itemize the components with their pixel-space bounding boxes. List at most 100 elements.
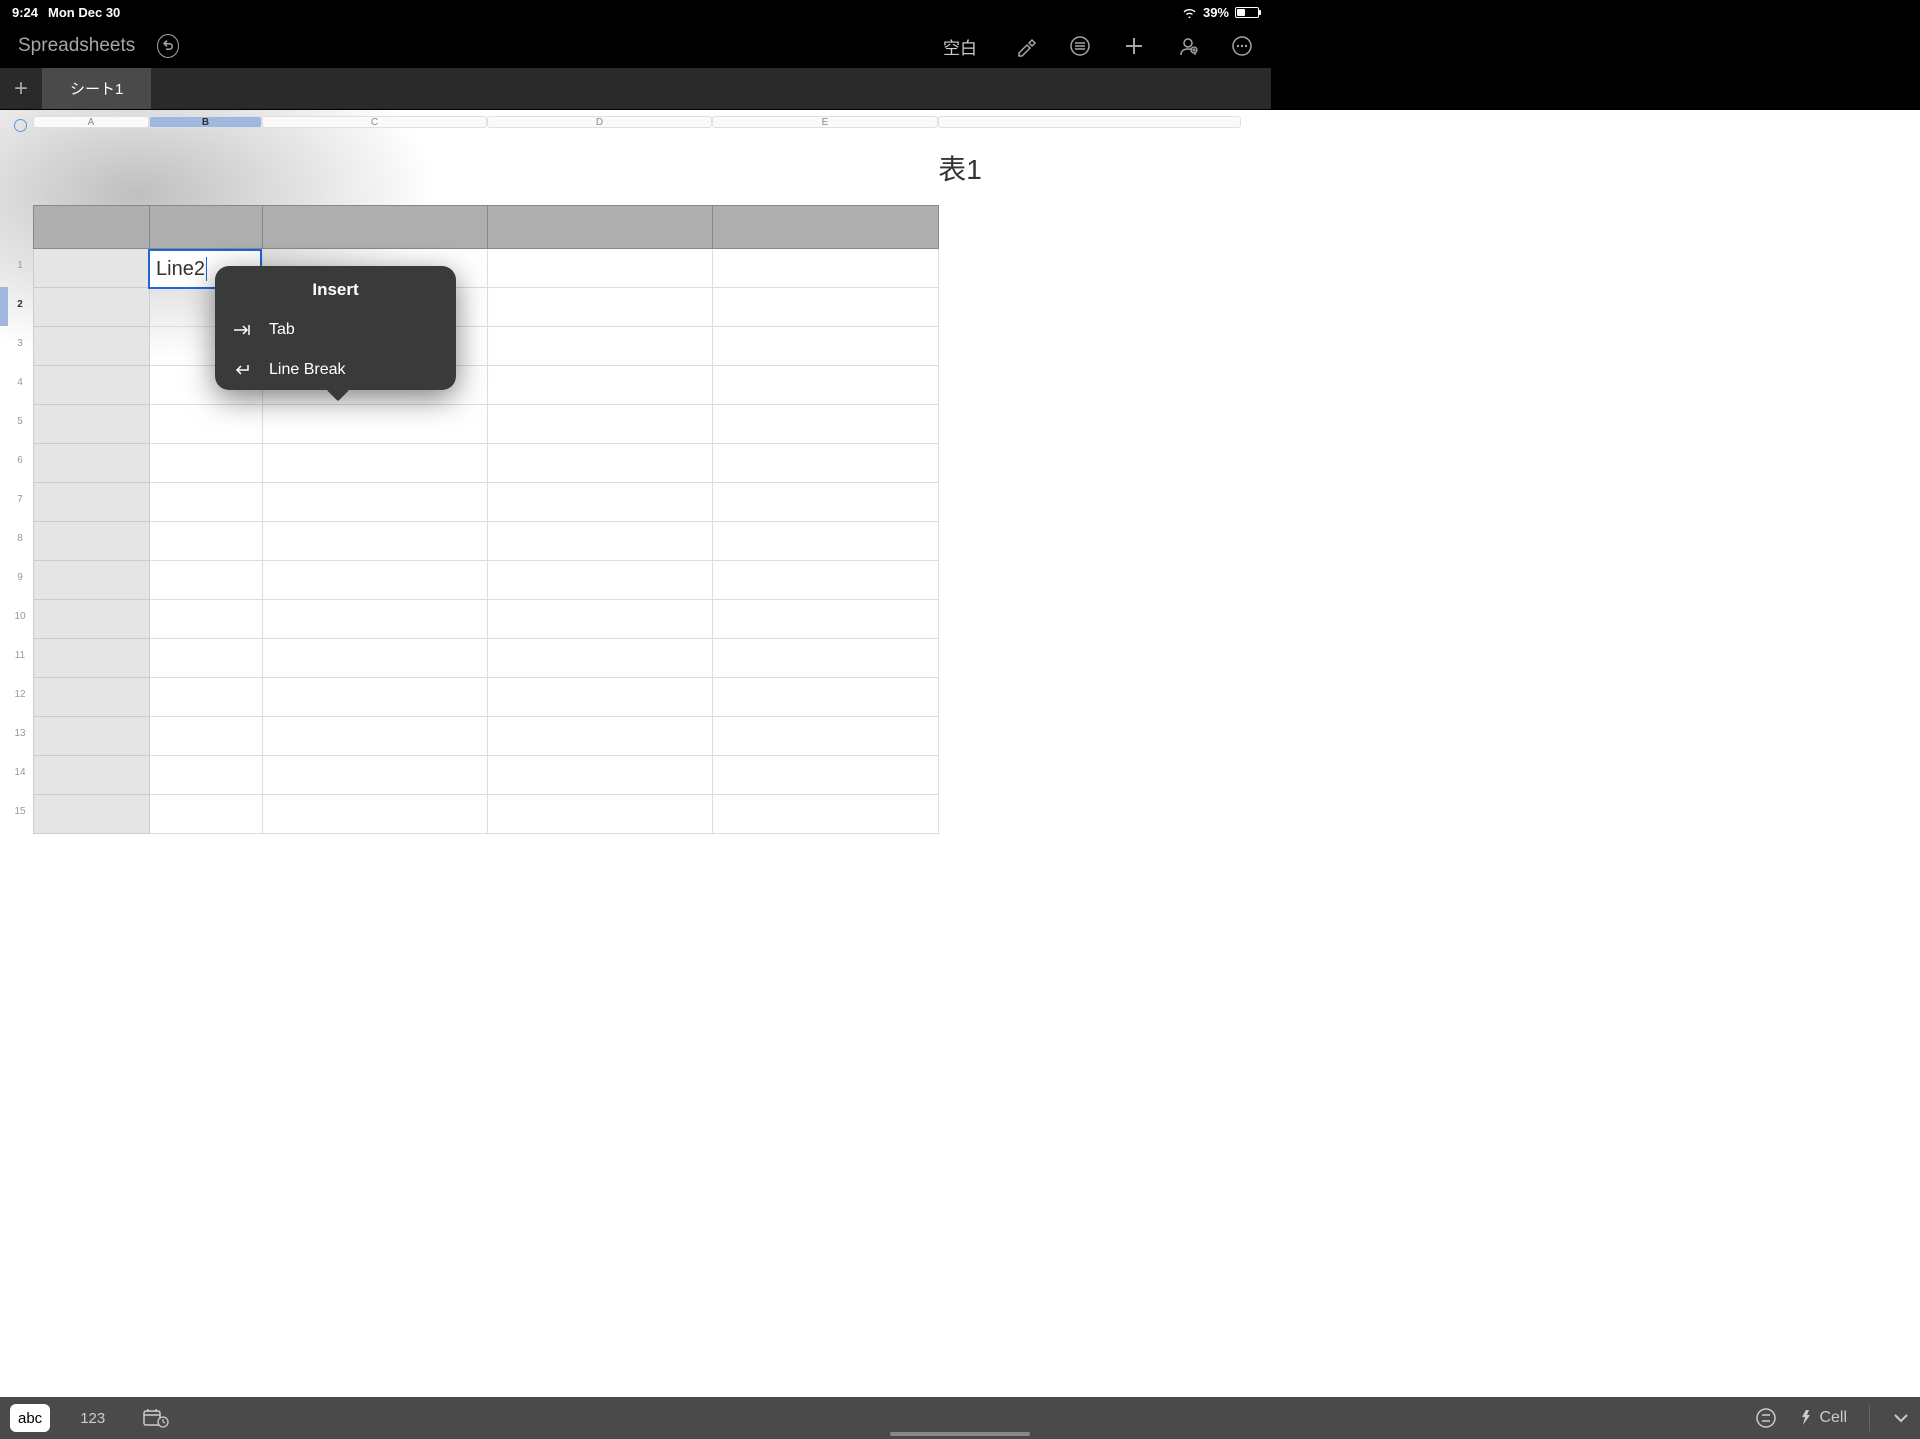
cell[interactable] bbox=[939, 795, 1242, 834]
cell[interactable] bbox=[34, 206, 150, 249]
cell[interactable] bbox=[263, 206, 488, 249]
cell[interactable] bbox=[263, 600, 488, 639]
row-header-2[interactable]: 2 bbox=[10, 299, 30, 310]
cell[interactable] bbox=[713, 756, 939, 795]
cell[interactable] bbox=[488, 483, 713, 522]
cell[interactable] bbox=[713, 444, 939, 483]
cell[interactable] bbox=[713, 522, 939, 561]
cell[interactable] bbox=[713, 639, 939, 678]
cell[interactable] bbox=[34, 405, 150, 444]
popover-item-tab[interactable]: Tab bbox=[215, 310, 456, 350]
popover-item-linebreak[interactable]: Line Break bbox=[215, 350, 456, 390]
cell[interactable] bbox=[713, 288, 939, 327]
cell[interactable] bbox=[34, 600, 150, 639]
cell[interactable] bbox=[939, 249, 1242, 288]
cell[interactable] bbox=[939, 522, 1242, 561]
back-button[interactable]: Spreadsheets bbox=[18, 35, 135, 57]
cell[interactable] bbox=[939, 327, 1242, 366]
row-header-5[interactable]: 5 bbox=[10, 416, 30, 427]
cell[interactable] bbox=[713, 366, 939, 405]
row-header-13[interactable]: 13 bbox=[10, 728, 30, 739]
cell[interactable] bbox=[488, 444, 713, 483]
cell[interactable] bbox=[263, 405, 488, 444]
cell[interactable] bbox=[488, 249, 713, 288]
dismiss-keyboard-button[interactable] bbox=[1892, 1412, 1910, 1424]
undo-button[interactable] bbox=[157, 35, 179, 57]
cell[interactable] bbox=[713, 327, 939, 366]
cell[interactable] bbox=[150, 444, 263, 483]
cell[interactable] bbox=[34, 483, 150, 522]
cell[interactable] bbox=[488, 717, 713, 756]
cell[interactable] bbox=[34, 522, 150, 561]
cell[interactable] bbox=[34, 444, 150, 483]
col-header-E[interactable]: E bbox=[712, 116, 938, 128]
cell[interactable] bbox=[939, 678, 1242, 717]
cell[interactable] bbox=[939, 600, 1242, 639]
row-header-7[interactable]: 7 bbox=[10, 494, 30, 505]
cell[interactable] bbox=[34, 366, 150, 405]
cell[interactable] bbox=[939, 206, 1242, 249]
cell[interactable] bbox=[713, 249, 939, 288]
cell[interactable] bbox=[713, 795, 939, 834]
format-brush-icon[interactable] bbox=[1015, 35, 1037, 57]
row-header-11[interactable]: 11 bbox=[10, 650, 30, 661]
cell[interactable] bbox=[713, 678, 939, 717]
add-sheet-button[interactable]: + bbox=[0, 68, 42, 109]
cell[interactable] bbox=[150, 678, 263, 717]
row-header-9[interactable]: 9 bbox=[10, 572, 30, 583]
cell[interactable] bbox=[488, 795, 713, 834]
spreadsheet-canvas[interactable]: A B C D E 表1 Line2 Insert Tab Line Break… bbox=[0, 110, 1920, 1397]
cell[interactable] bbox=[713, 206, 939, 249]
cell[interactable] bbox=[488, 756, 713, 795]
cell[interactable] bbox=[939, 444, 1242, 483]
cell[interactable] bbox=[939, 366, 1242, 405]
cell[interactable] bbox=[488, 678, 713, 717]
cell[interactable] bbox=[713, 561, 939, 600]
row-header-8[interactable]: 8 bbox=[10, 533, 30, 544]
keyboard-mode-text[interactable]: abc bbox=[10, 1404, 50, 1432]
col-header-C[interactable]: C bbox=[262, 116, 487, 128]
cell[interactable] bbox=[150, 600, 263, 639]
format-menu-icon[interactable] bbox=[1069, 35, 1091, 57]
cell[interactable] bbox=[263, 717, 488, 756]
keyboard-mode-datetime[interactable] bbox=[135, 1404, 177, 1432]
cell[interactable] bbox=[939, 405, 1242, 444]
cell[interactable] bbox=[488, 366, 713, 405]
col-header-A[interactable]: A bbox=[33, 116, 149, 128]
cell[interactable] bbox=[150, 639, 263, 678]
cell[interactable] bbox=[150, 522, 263, 561]
row-header-1[interactable]: 1 bbox=[10, 260, 30, 271]
cell[interactable] bbox=[34, 717, 150, 756]
keyboard-mode-number[interactable]: 123 bbox=[72, 1404, 113, 1432]
cell[interactable] bbox=[263, 561, 488, 600]
row-header-10[interactable]: 10 bbox=[10, 611, 30, 622]
col-header-B[interactable]: B bbox=[149, 116, 262, 128]
cell[interactable] bbox=[488, 405, 713, 444]
cell[interactable] bbox=[263, 444, 488, 483]
cell[interactable] bbox=[34, 288, 150, 327]
document-title[interactable]: 空白 bbox=[943, 34, 977, 59]
cell[interactable] bbox=[488, 522, 713, 561]
add-button[interactable] bbox=[1123, 35, 1145, 57]
cell[interactable] bbox=[488, 561, 713, 600]
cell[interactable] bbox=[713, 405, 939, 444]
cell[interactable] bbox=[488, 327, 713, 366]
more-icon[interactable] bbox=[1231, 35, 1253, 57]
row-header-14[interactable]: 14 bbox=[10, 767, 30, 778]
formula-button[interactable] bbox=[1755, 1407, 1777, 1429]
row-header-6[interactable]: 6 bbox=[10, 455, 30, 466]
cell[interactable] bbox=[713, 600, 939, 639]
cell[interactable] bbox=[263, 795, 488, 834]
cell[interactable] bbox=[939, 756, 1242, 795]
cell[interactable] bbox=[939, 288, 1242, 327]
row-header-4[interactable]: 4 bbox=[10, 377, 30, 388]
cell[interactable] bbox=[150, 561, 263, 600]
cell[interactable] bbox=[150, 206, 263, 249]
cell[interactable] bbox=[34, 678, 150, 717]
cell[interactable] bbox=[150, 756, 263, 795]
cell[interactable] bbox=[939, 717, 1242, 756]
cell[interactable] bbox=[713, 483, 939, 522]
row-header-12[interactable]: 12 bbox=[10, 689, 30, 700]
row-header-3[interactable]: 3 bbox=[10, 338, 30, 349]
cell[interactable] bbox=[488, 288, 713, 327]
